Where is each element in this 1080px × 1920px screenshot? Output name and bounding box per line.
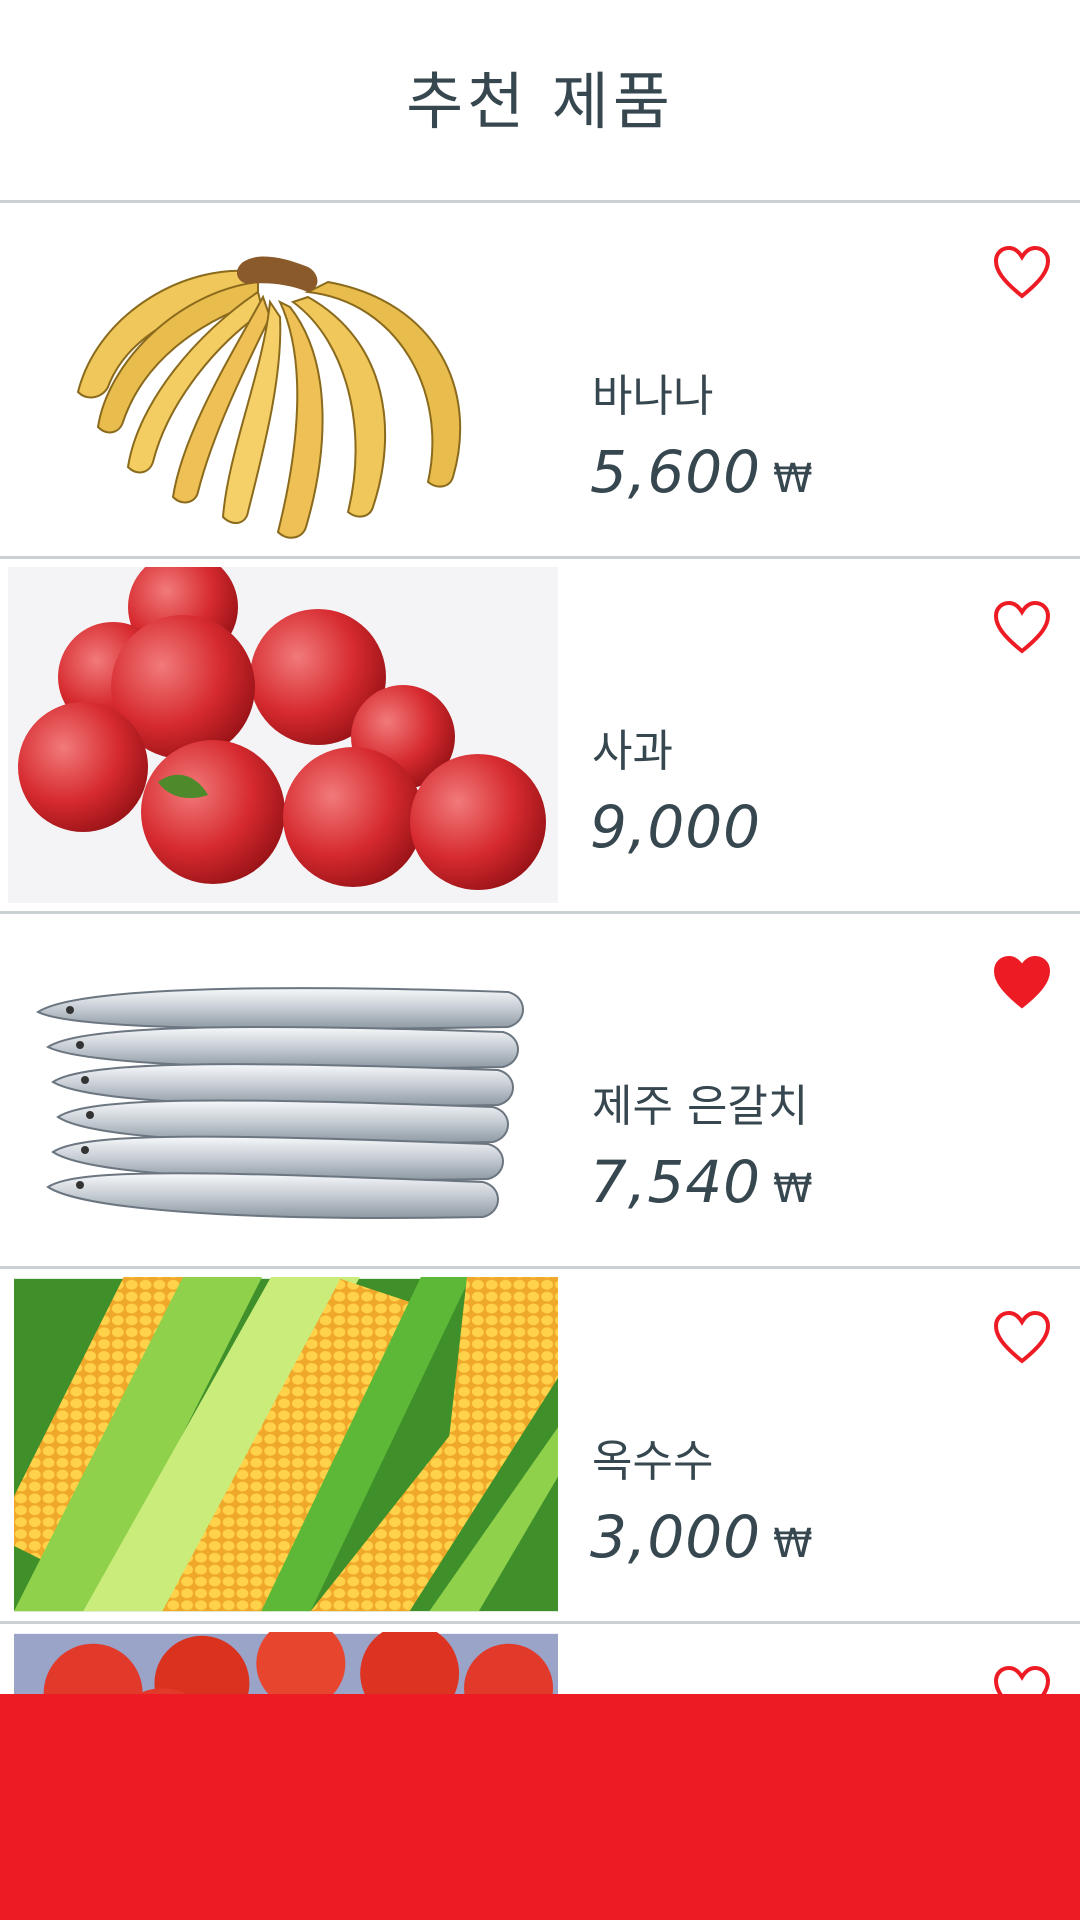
- currency-symbol: ₩: [773, 456, 813, 502]
- product-name: 바나나: [592, 371, 714, 422]
- price-row: 7,540 ₩: [590, 1148, 813, 1216]
- apple-image[interactable]: [8, 567, 558, 903]
- corn-image[interactable]: [14, 1277, 558, 1613]
- divider: [0, 200, 1080, 203]
- header: 추천 제품: [0, 0, 1080, 200]
- currency-symbol: ₩: [773, 1521, 813, 1567]
- price-row: 9,000: [590, 793, 773, 861]
- product-name: 제주 은갈치: [592, 1081, 809, 1132]
- product-item-banana[interactable]: 바나나 5,600 ₩: [0, 204, 1080, 556]
- product-name: 옥수수: [592, 1436, 714, 1487]
- hairtail-fish-image[interactable]: [8, 922, 558, 1258]
- price-row: 5,600 ₩: [590, 438, 813, 506]
- price-row: 3,000 ₩: [590, 1503, 813, 1571]
- heart-outline-icon[interactable]: [992, 244, 1052, 300]
- product-item-corn[interactable]: 옥수수 3,000 ₩: [0, 1269, 1080, 1621]
- page-title: 추천 제품: [406, 65, 674, 138]
- product-price: 5,600: [590, 438, 762, 506]
- product-price: 9,000: [590, 793, 762, 861]
- heart-filled-icon[interactable]: [992, 954, 1052, 1010]
- product-item-apple[interactable]: 사과 9,000: [0, 559, 1080, 911]
- currency-symbol: ₩: [773, 1166, 813, 1212]
- product-name: 사과: [592, 726, 673, 777]
- banana-image[interactable]: [8, 212, 558, 548]
- product-price: 3,000: [590, 1503, 762, 1571]
- heart-outline-icon[interactable]: [992, 599, 1052, 655]
- heart-outline-icon[interactable]: [992, 1309, 1052, 1365]
- product-price: 7,540: [590, 1148, 762, 1216]
- product-item-hairtail[interactable]: 제주 은갈치 7,540 ₩: [0, 914, 1080, 1266]
- bottom-bar[interactable]: [0, 1694, 1080, 1920]
